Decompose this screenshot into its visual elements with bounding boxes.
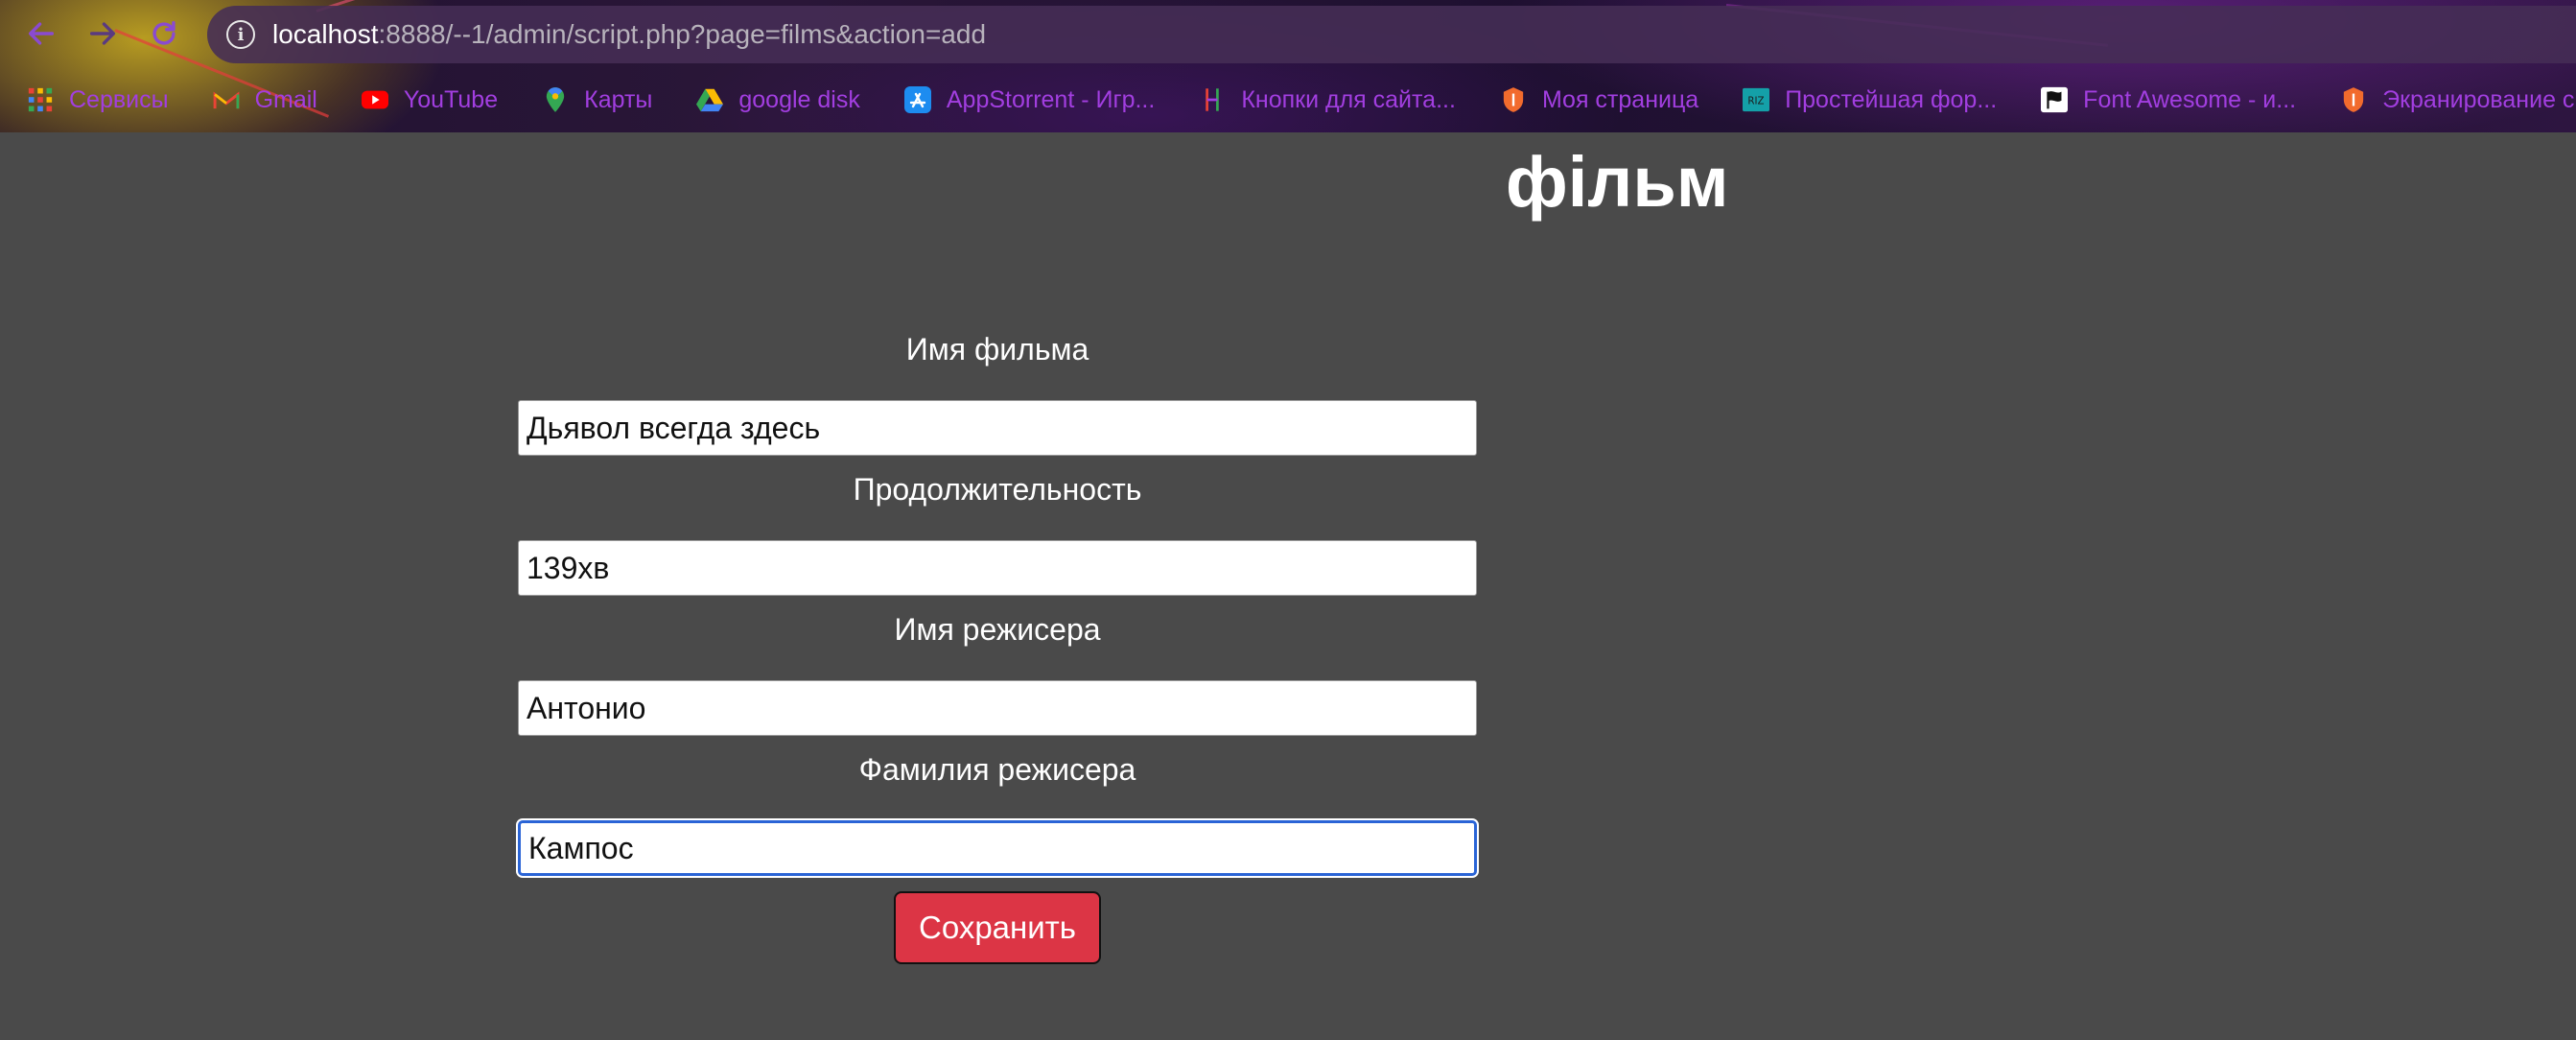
address-bar[interactable]: i localhost:8888/--1/admin/script.php?pa… — [207, 6, 2576, 63]
bookmark-label: AppStorrent - Игр... — [946, 85, 1156, 113]
apps-grid-icon — [27, 86, 54, 113]
director-last-name-input[interactable] — [518, 820, 1477, 876]
orange-shield-icon — [2340, 86, 2367, 113]
back-button[interactable] — [19, 12, 63, 56]
gmail-icon — [213, 86, 240, 113]
bookmark-simple-form[interactable]: RIZ Простейшая фор... — [1716, 75, 2014, 125]
bookmark-label: Простейшая фор... — [1785, 85, 1998, 113]
director-first-name-label: Имя режисера — [894, 612, 1101, 647]
riz-icon: RIZ — [1743, 86, 1770, 113]
page-title: фільм — [1506, 142, 1729, 222]
info-icon[interactable]: i — [226, 20, 255, 49]
bookmark-gmail[interactable]: Gmail — [186, 75, 335, 125]
bookmark-label: Font Awesome - и... — [2083, 85, 2297, 113]
bookmark-escaping[interactable]: Экранирование с... — [2313, 75, 2576, 125]
bookmark-maps[interactable]: Карты — [515, 75, 669, 125]
reload-icon — [152, 20, 176, 45]
bookmark-my-page[interactable]: Моя страница — [1473, 75, 1716, 125]
bookmark-google-disk[interactable]: google disk — [669, 75, 877, 125]
bookmarks-bar: Сервисы Gmail YouTube Карты google disk — [0, 75, 2576, 125]
maps-pin-icon — [542, 86, 569, 113]
arrow-right-icon — [89, 22, 116, 45]
film-form: Имя фильма Продолжительность Имя режисер… — [518, 326, 1477, 964]
bookmark-label: Сервисы — [69, 85, 169, 113]
browser-chrome: i localhost:8888/--1/admin/script.php?pa… — [0, 0, 2576, 132]
appstore-icon — [903, 86, 931, 113]
bookmark-label: Карты — [584, 85, 653, 113]
duration-input[interactable] — [518, 540, 1477, 596]
svg-text:RIZ: RIZ — [1748, 96, 1765, 107]
url-text[interactable]: localhost:8888/--1/admin/script.php?page… — [272, 19, 986, 50]
director-first-name-input[interactable] — [518, 680, 1477, 736]
bookmark-label: Моя страница — [1541, 85, 1699, 113]
bookmark-buttons-for-site[interactable]: Кнопки для сайта... — [1172, 75, 1473, 125]
bookmark-label: YouTube — [403, 85, 499, 113]
bookmark-label: Кнопки для сайта... — [1241, 85, 1456, 113]
bookmark-label: google disk — [738, 85, 860, 113]
flag-icon — [2041, 86, 2069, 113]
forward-button[interactable] — [81, 12, 125, 56]
url-host: localhost — [272, 19, 379, 49]
google-drive-icon — [696, 86, 724, 113]
bookmark-appstorrent[interactable]: AppStorrent - Игр... — [878, 75, 1172, 125]
orange-shield-icon — [1500, 86, 1527, 113]
bookmark-youtube[interactable]: YouTube — [335, 75, 515, 125]
bookmark-font-awesome[interactable]: Font Awesome - и... — [2014, 75, 2313, 125]
youtube-icon — [361, 86, 388, 113]
bookmark-label: Gmail — [254, 85, 317, 113]
film-name-label: Имя фильма — [905, 332, 1089, 366]
reload-button[interactable] — [142, 12, 186, 56]
html-h-icon — [1199, 86, 1226, 113]
bookmark-label: Экранирование с... — [2382, 85, 2576, 113]
film-name-input[interactable] — [518, 400, 1477, 456]
save-button[interactable]: Сохранить — [894, 891, 1101, 964]
bookmark-services[interactable]: Сервисы — [0, 75, 186, 125]
director-last-name-label: Фамилия режисера — [858, 752, 1136, 787]
url-path: :8888/--1/admin/script.php?page=films&ac… — [378, 19, 987, 49]
duration-label: Продолжительность — [853, 472, 1142, 507]
arrow-left-icon — [28, 22, 55, 45]
